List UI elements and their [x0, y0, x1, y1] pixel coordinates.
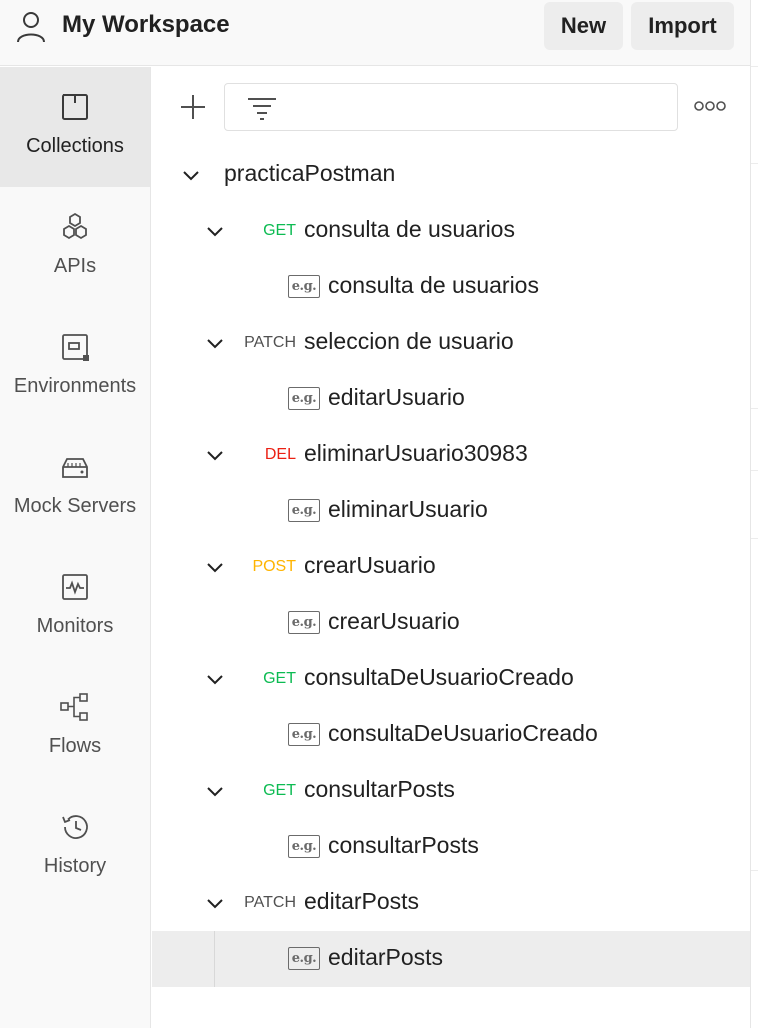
request-row[interactable]: GET consultaDeUsuarioCreado: [152, 651, 750, 707]
chevron-down-icon[interactable]: [204, 444, 226, 466]
sidebar-item-monitors[interactable]: Monitors: [0, 547, 150, 667]
request-row[interactable]: GET consulta de usuarios: [152, 203, 750, 259]
example-row[interactable]: e.g. crearUsuario: [152, 595, 750, 651]
method-badge: DEL: [264, 446, 296, 463]
indent-guide: [214, 931, 215, 987]
example-icon: e.g.: [288, 835, 320, 858]
example-icon: e.g.: [288, 723, 320, 746]
sidebar-item-label: Environments: [13, 375, 137, 397]
sidebar-item-history[interactable]: History: [0, 787, 150, 907]
request-row[interactable]: PATCH seleccion de usuario: [152, 315, 750, 371]
import-button[interactable]: Import: [631, 2, 734, 50]
request-name: consulta de usuarios: [304, 216, 515, 242]
request-row[interactable]: POST crearUsuario: [152, 539, 750, 595]
more-options-icon[interactable]: [694, 99, 726, 113]
new-button[interactable]: New: [544, 2, 623, 50]
apis-icon: [63, 212, 87, 240]
sidebar-item-label: Flows: [48, 735, 102, 757]
workspace-title[interactable]: My Workspace: [62, 11, 230, 39]
chevron-down-icon[interactable]: [204, 892, 226, 914]
example-icon: e.g.: [288, 611, 320, 634]
example-row[interactable]: e.g. eliminarUsuario: [152, 483, 750, 539]
chevron-down-icon[interactable]: [204, 780, 226, 802]
example-name: editarPosts: [328, 944, 444, 970]
sidebar-item-flows[interactable]: Flows: [0, 667, 150, 787]
left-sidebar: Collections APIs Environments Mock Serve…: [0, 67, 151, 1028]
request-name: eliminarUsuario30983: [304, 440, 528, 466]
request-name: editarPosts: [304, 888, 420, 914]
mock-servers-icon: [62, 458, 88, 478]
collection-row[interactable]: practicaPostman: [152, 147, 750, 203]
search-input[interactable]: [224, 83, 678, 131]
history-icon: [62, 815, 88, 839]
sidebar-item-collections[interactable]: Collections: [0, 67, 150, 187]
request-name: consultarPosts: [304, 776, 455, 802]
sidebar-item-label: History: [43, 855, 107, 877]
request-name: seleccion de usuario: [304, 328, 514, 354]
request-row[interactable]: PATCH editarPosts: [152, 875, 750, 931]
method-badge: PATCH: [244, 334, 296, 351]
sidebar-item-label: APIs: [53, 255, 97, 277]
collections-icon: [62, 94, 88, 120]
sidebar-item-mock-servers[interactable]: Mock Servers: [0, 427, 150, 547]
method-badge: PATCH: [244, 894, 296, 911]
method-badge: GET: [263, 782, 296, 799]
chevron-down-icon[interactable]: [204, 332, 226, 354]
example-name: consulta de usuarios: [328, 272, 539, 298]
chevron-down-icon[interactable]: [204, 556, 226, 578]
method-badge: GET: [263, 670, 296, 687]
sidebar-item-label: Collections: [26, 135, 124, 157]
example-icon: e.g.: [288, 499, 320, 522]
example-icon: e.g.: [288, 275, 320, 298]
method-badge: POST: [252, 558, 296, 575]
example-name: eliminarUsuario: [328, 496, 488, 522]
request-name: consultaDeUsuarioCreado: [304, 664, 574, 690]
method-badge: GET: [263, 222, 296, 239]
sidebar-item-label: Mock Servers: [13, 495, 137, 517]
chevron-down-icon[interactable]: [180, 164, 202, 186]
example-icon: e.g.: [288, 947, 320, 970]
flows-icon: [60, 693, 88, 721]
filter-icon[interactable]: [245, 95, 279, 121]
sidebar-item-environments[interactable]: Environments: [0, 307, 150, 427]
right-pane-edge: [750, 0, 758, 1028]
example-name: crearUsuario: [328, 608, 460, 634]
chevron-down-icon[interactable]: [204, 668, 226, 690]
collections-panel: practicaPostman GET consulta de usuarios e…: [152, 67, 750, 1028]
collection-name: practicaPostman: [224, 160, 396, 186]
sidebar-item-apis[interactable]: APIs: [0, 187, 150, 307]
example-name: consultarPosts: [328, 832, 479, 858]
example-row[interactable]: e.g. consulta de usuarios: [152, 259, 750, 315]
request-row[interactable]: DEL eliminarUsuario30983: [152, 427, 750, 483]
plus-icon[interactable]: [178, 92, 208, 122]
example-row[interactable]: e.g. consultaDeUsuarioCreado: [152, 707, 750, 763]
request-name: crearUsuario: [304, 552, 436, 578]
example-icon: e.g.: [288, 387, 320, 410]
chevron-down-icon[interactable]: [204, 220, 226, 242]
user-icon[interactable]: [14, 10, 48, 44]
example-row[interactable]: e.g. consultarPosts: [152, 819, 750, 875]
request-row[interactable]: GET consultarPosts: [152, 763, 750, 819]
workspace-header: My Workspace New Import: [0, 0, 750, 66]
example-row[interactable]: e.g. editarPosts: [152, 931, 750, 987]
example-name: consultaDeUsuarioCreado: [328, 720, 598, 746]
example-name: editarUsuario: [328, 384, 465, 410]
environments-icon: [62, 334, 89, 361]
example-row[interactable]: e.g. editarUsuario: [152, 371, 750, 427]
sidebar-item-label: Monitors: [36, 615, 114, 637]
monitors-icon: [62, 574, 88, 600]
